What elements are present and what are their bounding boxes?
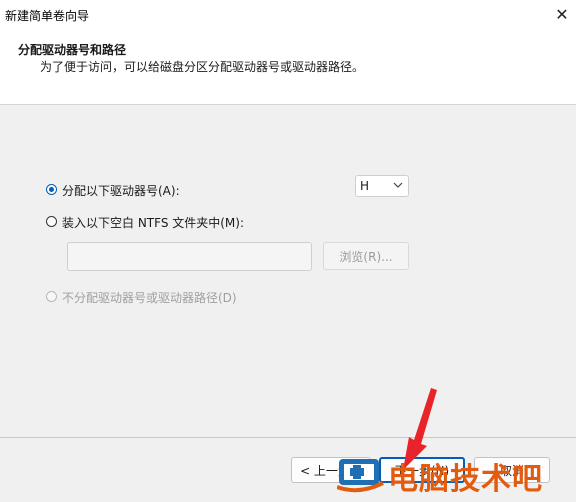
watermark-logo-icon — [337, 459, 384, 493]
red-arrow-icon — [403, 388, 437, 470]
watermark-text: 电脑技术吧 — [388, 462, 543, 497]
